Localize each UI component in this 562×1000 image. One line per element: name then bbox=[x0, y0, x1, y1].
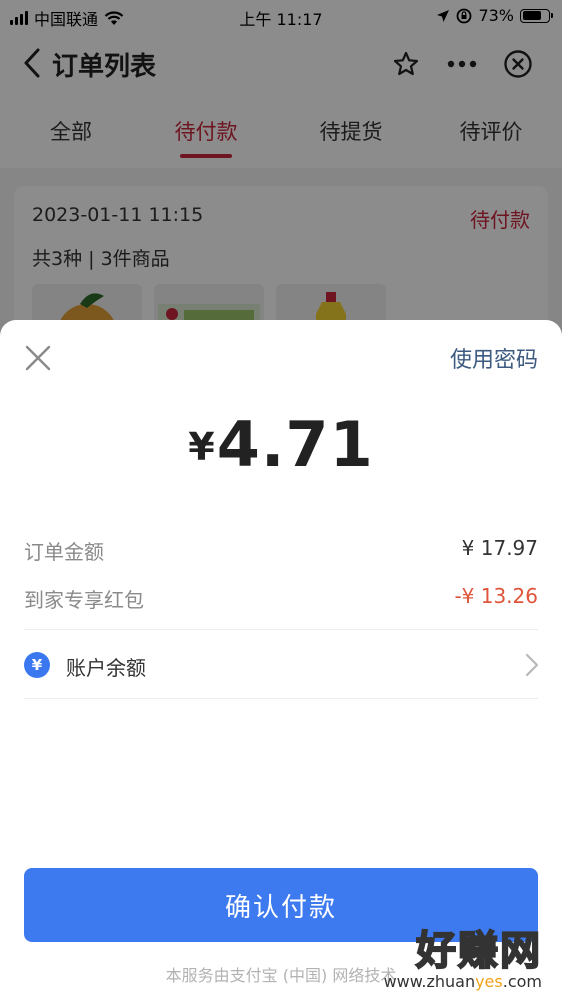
order-amount-value: ¥ 17.97 bbox=[461, 536, 538, 560]
order-amount-label: 订单金额 bbox=[24, 540, 104, 564]
amount-value: 4.71 bbox=[216, 408, 374, 481]
divider bbox=[24, 629, 538, 630]
red-packet-label: 到家专享红包 bbox=[24, 588, 144, 612]
balance-label: 账户余额 bbox=[66, 656, 146, 680]
watermark-url: www.zhuanyes.com bbox=[383, 972, 542, 991]
close-icon[interactable] bbox=[24, 344, 52, 372]
balance-icon: ¥ bbox=[24, 652, 50, 678]
payment-amount: ¥4.71 bbox=[0, 408, 562, 481]
site-watermark: 好赚网 www.zhuanyes.com bbox=[384, 918, 542, 991]
use-password-link[interactable]: 使用密码 bbox=[450, 342, 538, 374]
chevron-right-icon bbox=[525, 653, 539, 677]
red-packet-value: -¥ 13.26 bbox=[454, 584, 538, 608]
currency-symbol: ¥ bbox=[188, 425, 215, 469]
watermark-logo-text: 好赚网 bbox=[415, 927, 542, 975]
divider bbox=[24, 698, 538, 699]
payment-sheet: 使用密码 ¥4.71 订单金额 ¥ 17.97 到家专享红包 -¥ 13.26 … bbox=[0, 320, 562, 1000]
